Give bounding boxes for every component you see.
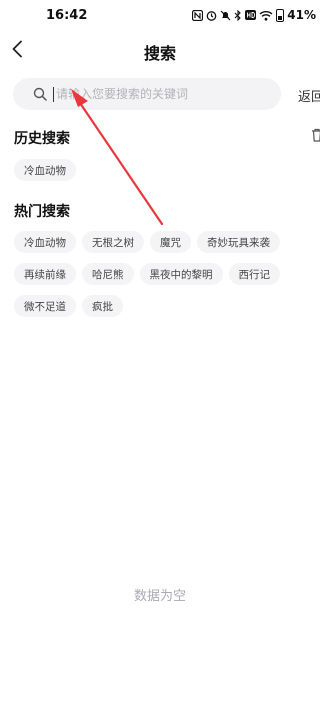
text-cursor [53, 86, 54, 102]
hot-tag[interactable]: 黑夜中的黎明 [139, 263, 223, 285]
battery-percentage: 41% [287, 8, 316, 22]
trash-icon[interactable] [311, 128, 320, 142]
search-box[interactable] [13, 78, 281, 110]
bluetooth-icon [234, 9, 242, 21]
hot-tag[interactable]: 西行记 [228, 263, 280, 285]
history-tag[interactable]: 冷血动物 [14, 159, 76, 181]
search-page: 16:42 41% 搜索 请输入您要搜索的关键词 返回 历史搜索 冷血动物 热门… [0, 0, 320, 727]
hd-icon [245, 10, 257, 20]
history-tags: 冷血动物 [14, 159, 314, 191]
hot-tag[interactable]: 魔咒 [150, 231, 191, 253]
hot-title: 热门搜索 [14, 204, 70, 220]
alarm-icon [206, 10, 217, 21]
page-title: 搜索 [143, 44, 176, 63]
search-input[interactable] [56, 84, 256, 104]
status-icons: 41% [192, 8, 316, 22]
hot-tag[interactable]: 疯批 [82, 295, 123, 317]
status-time: 16:42 [46, 8, 88, 23]
nfc-icon [192, 9, 204, 21]
search-icon [33, 87, 47, 101]
hot-tag[interactable]: 无根之树 [82, 231, 144, 253]
hot-tag[interactable]: 微不足道 [14, 295, 76, 317]
history-title: 历史搜索 [14, 131, 70, 147]
hot-tag[interactable]: 奇妙玩具来袭 [197, 231, 280, 253]
return-button[interactable]: 返回 [298, 86, 320, 105]
hot-row: 微不足道 疯批 [14, 295, 314, 317]
search-row: 返回 [0, 78, 320, 112]
wifi-icon [259, 10, 273, 21]
hot-tags: 冷血动物 无根之树 魔咒 奇妙玩具来袭 再续前缘 哈尼熊 黑夜中的黎明 西行记 … [14, 231, 314, 327]
hot-row: 再续前缘 哈尼熊 黑夜中的黎明 西行记 [14, 263, 314, 285]
header: 搜索 [0, 30, 320, 70]
hot-row: 冷血动物 无根之树 魔咒 奇妙玩具来袭 [14, 231, 314, 253]
hot-tag[interactable]: 哈尼熊 [82, 263, 134, 285]
mute-icon [220, 10, 231, 20]
status-bar: 16:42 41% [0, 0, 320, 30]
hot-tag[interactable]: 再续前缘 [14, 263, 76, 285]
empty-state-text: 数据为空 [133, 589, 186, 604]
history-row: 冷血动物 [14, 159, 314, 181]
hot-tag[interactable]: 冷血动物 [14, 231, 76, 253]
battery-icon [276, 8, 285, 22]
